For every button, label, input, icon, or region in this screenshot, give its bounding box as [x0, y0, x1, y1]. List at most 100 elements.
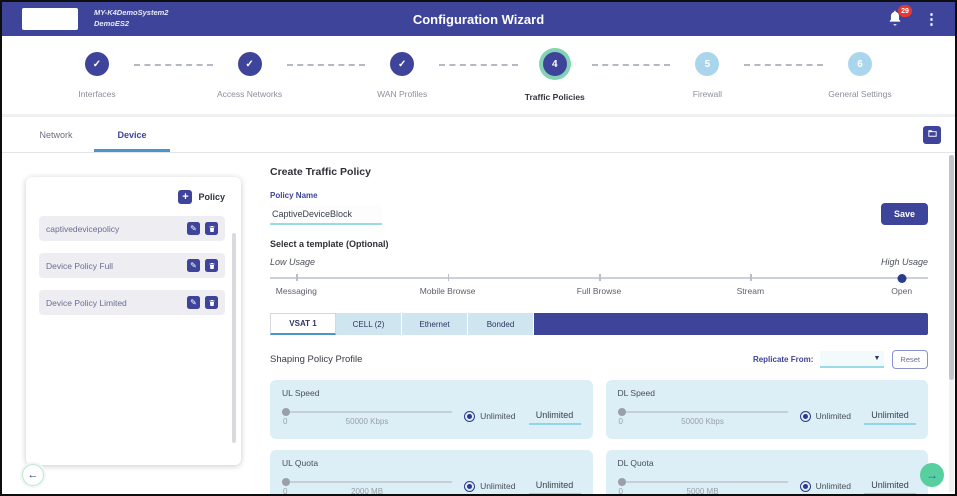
- slider-track: [618, 411, 788, 413]
- notifications-button[interactable]: 29: [886, 9, 906, 29]
- slider-max: 5000 MB: [687, 487, 719, 496]
- step-connector: [134, 64, 213, 66]
- reset-button[interactable]: Reset: [892, 350, 928, 369]
- dl-speed-unlimited-radio[interactable]: Unlimited: [800, 411, 851, 422]
- tab-bar-filler: [534, 313, 928, 335]
- ul-speed-value-field[interactable]: Unlimited: [529, 408, 581, 425]
- panel-scrollbar[interactable]: [232, 233, 236, 443]
- header-actions: 29 ⋮: [886, 9, 943, 29]
- ul-speed-card: UL Speed 0 50000 Kbps Unlimited Unlimi: [270, 380, 593, 439]
- interface-tabs: VSAT 1 CELL (2) Ethernet Bonded: [270, 313, 928, 335]
- content-area: + Policy captivedevicepolicy ✎ Device Po…: [2, 153, 955, 494]
- template-slider-handle[interactable]: [897, 274, 906, 283]
- edit-icon[interactable]: ✎: [187, 222, 200, 235]
- dl-speed-card: DL Speed 0 50000 Kbps Unlimited Unlimi: [606, 380, 929, 439]
- slider-min: 0: [619, 487, 623, 496]
- slider-track: [282, 481, 452, 483]
- dl-speed-value-field[interactable]: Unlimited: [864, 408, 916, 425]
- tab-cell[interactable]: CELL (2): [336, 313, 402, 335]
- step-traffic-policies[interactable]: 4 Traffic Policies: [518, 52, 592, 102]
- ul-speed-slider-handle[interactable]: [282, 408, 290, 416]
- ul-speed-slider[interactable]: 0 50000 Kbps: [282, 407, 452, 425]
- slider-max: 2000 MB: [351, 487, 383, 496]
- delete-icon[interactable]: [205, 296, 218, 309]
- replicate-from-label: Replicate From:: [753, 355, 813, 364]
- step-connector: [287, 64, 366, 66]
- step-firewall[interactable]: 5 Firewall: [670, 52, 744, 99]
- dl-speed-slider[interactable]: 0 50000 Kbps: [618, 407, 788, 425]
- policy-name-row: Save: [270, 203, 928, 225]
- step-access-networks[interactable]: ✓ Access Networks: [213, 52, 287, 99]
- slider-min: 0: [283, 417, 287, 426]
- dl-quota-value-field[interactable]: Unlimited: [864, 478, 916, 495]
- tab-vsat1[interactable]: VSAT 1: [270, 313, 336, 335]
- wizard-stepper: ✓ Interfaces ✓ Access Networks ✓ WAN Pro…: [2, 36, 955, 114]
- dl-speed-slider-handle[interactable]: [618, 408, 626, 416]
- page-scrollbar[interactable]: [949, 155, 954, 492]
- panel-toggle-button[interactable]: [923, 126, 941, 144]
- dl-quota-unlimited-radio[interactable]: Unlimited: [800, 481, 851, 492]
- ul-quota-label: UL Quota: [282, 458, 581, 468]
- step-wan-profiles[interactable]: ✓ WAN Profiles: [365, 52, 439, 99]
- next-button[interactable]: →: [920, 463, 944, 487]
- radio-icon: [800, 481, 811, 492]
- policy-name-input[interactable]: [270, 205, 382, 225]
- step-label: Firewall: [693, 89, 722, 99]
- ul-quota-unlimited-radio[interactable]: Unlimited: [464, 481, 515, 492]
- tab-network[interactable]: Network: [18, 117, 94, 152]
- speed-cards-row: UL Speed 0 50000 Kbps Unlimited Unlimi: [270, 380, 928, 439]
- edit-icon[interactable]: ✎: [187, 296, 200, 309]
- check-icon: ✓: [85, 52, 109, 76]
- policy-list-item[interactable]: Device Policy Full ✎: [39, 253, 225, 278]
- tab-ethernet[interactable]: Ethernet: [402, 313, 468, 335]
- step-label: WAN Profiles: [377, 89, 427, 99]
- tab-bonded[interactable]: Bonded: [468, 313, 534, 335]
- template-option-open[interactable]: Open: [891, 286, 912, 296]
- template-section-label: Select a template (Optional): [270, 239, 928, 249]
- slider-tick: [296, 274, 298, 281]
- system-info: MY-K4DemoSystem2 DemoES2: [94, 8, 168, 30]
- delete-icon[interactable]: [205, 222, 218, 235]
- ul-quota-slider[interactable]: 0 2000 MB: [282, 477, 452, 495]
- page-scrollbar-thumb[interactable]: [949, 155, 954, 380]
- radio-label: Unlimited: [816, 411, 851, 421]
- ul-quota-slider-handle[interactable]: [282, 478, 290, 486]
- template-option-stream[interactable]: Stream: [737, 286, 764, 296]
- replicate-from-select[interactable]: ▼: [820, 351, 884, 368]
- tab-device[interactable]: Device: [94, 117, 170, 152]
- chevron-down-icon: ▼: [873, 355, 880, 362]
- step-interfaces[interactable]: ✓ Interfaces: [60, 52, 134, 99]
- shaping-title: Shaping Policy Profile: [270, 354, 362, 365]
- radio-icon: [464, 411, 475, 422]
- dl-quota-slider-handle[interactable]: [618, 478, 626, 486]
- add-policy-button[interactable]: Policy: [198, 192, 225, 202]
- step-general-settings[interactable]: 6 General Settings: [823, 52, 897, 99]
- step-number: 4: [543, 52, 567, 76]
- arrow-left-icon: ←: [28, 469, 39, 481]
- policy-list-item[interactable]: captivedevicepolicy ✎: [39, 216, 225, 241]
- back-button[interactable]: ←: [22, 464, 44, 486]
- check-icon: ✓: [390, 52, 414, 76]
- template-option-mobile-browse[interactable]: Mobile Browse: [420, 286, 476, 296]
- step-connector: [592, 64, 671, 66]
- logo: [22, 8, 78, 30]
- delete-icon[interactable]: [205, 259, 218, 272]
- dl-quota-slider[interactable]: 0 5000 MB: [618, 477, 788, 495]
- radio-label: Unlimited: [816, 481, 851, 491]
- save-button[interactable]: Save: [881, 203, 928, 225]
- template-slider[interactable]: Messaging Mobile Browse Full Browse Stre…: [270, 272, 928, 298]
- policy-name: Device Policy Full: [46, 261, 182, 271]
- step-number: 5: [695, 52, 719, 76]
- plus-icon[interactable]: +: [178, 190, 192, 204]
- ul-quota-card: UL Quota 0 2000 MB Unlimited Unlimited: [270, 450, 593, 496]
- ul-speed-unlimited-radio[interactable]: Unlimited: [464, 411, 515, 422]
- edit-icon[interactable]: ✎: [187, 259, 200, 272]
- template-option-messaging[interactable]: Messaging: [276, 286, 317, 296]
- kebab-menu-icon[interactable]: ⋮: [920, 12, 943, 27]
- policy-list-item[interactable]: Device Policy Limited ✎: [39, 290, 225, 315]
- scope-tabs: Network Device: [2, 117, 955, 153]
- ul-quota-value-field[interactable]: Unlimited: [529, 478, 581, 495]
- template-option-full-browse[interactable]: Full Browse: [577, 286, 621, 296]
- slider-min: 0: [619, 417, 623, 426]
- page-title: Configuration Wizard: [413, 12, 544, 27]
